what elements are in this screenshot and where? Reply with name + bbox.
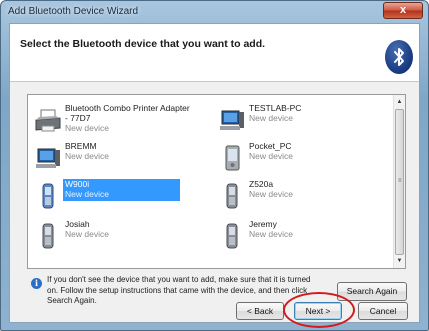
scroll-up-arrow-icon[interactable]: ▲ xyxy=(394,96,405,108)
wizard-client-area: Select the Bluetooth device that you wan… xyxy=(9,23,420,323)
computer-icon xyxy=(218,106,246,134)
list-item-device[interactable]: TESTLAB-PC New device xyxy=(218,103,368,139)
computer-icon xyxy=(34,144,62,172)
device-name: W900i xyxy=(65,179,90,189)
page-title: Select the Bluetooth device that you wan… xyxy=(20,38,266,50)
device-list[interactable]: Bluetooth Combo Printer Adapter - 77D7 N… xyxy=(27,94,406,269)
close-button[interactable]: x xyxy=(383,2,423,19)
device-name-block: Z520a New device xyxy=(249,179,293,199)
window-title: Add Bluetooth Device Wizard xyxy=(8,6,139,17)
device-name: Bluetooth Combo Printer Adapter xyxy=(65,103,190,113)
info-icon: i xyxy=(31,278,42,289)
phone-icon xyxy=(218,182,246,210)
device-status: New device xyxy=(65,189,109,199)
list-item-device[interactable]: BREMM New device xyxy=(34,141,194,177)
device-name-block: BREMM New device xyxy=(65,141,109,161)
title-bar[interactable]: Add Bluetooth Device Wizard x xyxy=(1,1,428,23)
device-status: New device xyxy=(65,229,109,239)
device-status: New device xyxy=(249,151,293,161)
annotation-circle xyxy=(283,292,355,328)
device-name: TESTLAB-PC xyxy=(249,103,302,113)
device-name-block: Jeremy New device xyxy=(249,219,293,239)
bluetooth-icon xyxy=(385,40,413,74)
device-name-block: W900i New device xyxy=(65,179,109,199)
device-name-block: Bluetooth Combo Printer Adapter - 77D7 N… xyxy=(65,103,190,133)
device-name-block: TESTLAB-PC New device xyxy=(249,103,301,123)
device-status: New device xyxy=(65,123,109,133)
cancel-button[interactable]: Cancel xyxy=(358,302,408,320)
device-status: New device xyxy=(249,113,293,123)
device-name-block: Josiah New device xyxy=(65,219,109,239)
phone-icon xyxy=(218,222,246,250)
device-name: Z520a xyxy=(249,179,274,189)
device-name: Pocket_PC xyxy=(249,141,292,151)
printer-icon xyxy=(34,106,62,134)
list-item-device[interactable]: Z520a New device xyxy=(218,179,368,215)
list-item-device[interactable]: Josiah New device xyxy=(34,219,194,255)
device-name-continued: - 77D7 xyxy=(65,113,91,123)
back-button[interactable]: < Back xyxy=(236,302,284,320)
scroll-thumb[interactable]: ≡ xyxy=(395,109,404,255)
pda-icon xyxy=(218,144,246,172)
device-name-block: Pocket_PC New device xyxy=(249,141,293,161)
device-status: New device xyxy=(65,151,109,161)
scroll-down-arrow-icon[interactable]: ▼ xyxy=(394,255,405,267)
grip-icon: ≡ xyxy=(398,178,402,184)
device-status: New device xyxy=(249,229,293,239)
list-item-device[interactable]: Jeremy New device xyxy=(218,219,368,255)
list-item-device[interactable]: Pocket_PC New device xyxy=(218,141,368,177)
phone-icon xyxy=(34,182,62,210)
device-status: New device xyxy=(249,189,293,199)
device-name: Josiah xyxy=(65,219,90,229)
wizard-header: Select the Bluetooth device that you wan… xyxy=(10,24,419,82)
list-item-device-selected[interactable]: W900i New device xyxy=(34,179,194,215)
wizard-window: Add Bluetooth Device Wizard x Select the… xyxy=(0,0,429,331)
vertical-scrollbar[interactable]: ▲ ≡ ▼ xyxy=(393,95,405,268)
list-item-device[interactable]: Bluetooth Combo Printer Adapter - 77D7 N… xyxy=(34,103,194,139)
phone-icon xyxy=(34,222,62,250)
device-name: Jeremy xyxy=(249,219,277,229)
device-name: BREMM xyxy=(65,141,97,151)
